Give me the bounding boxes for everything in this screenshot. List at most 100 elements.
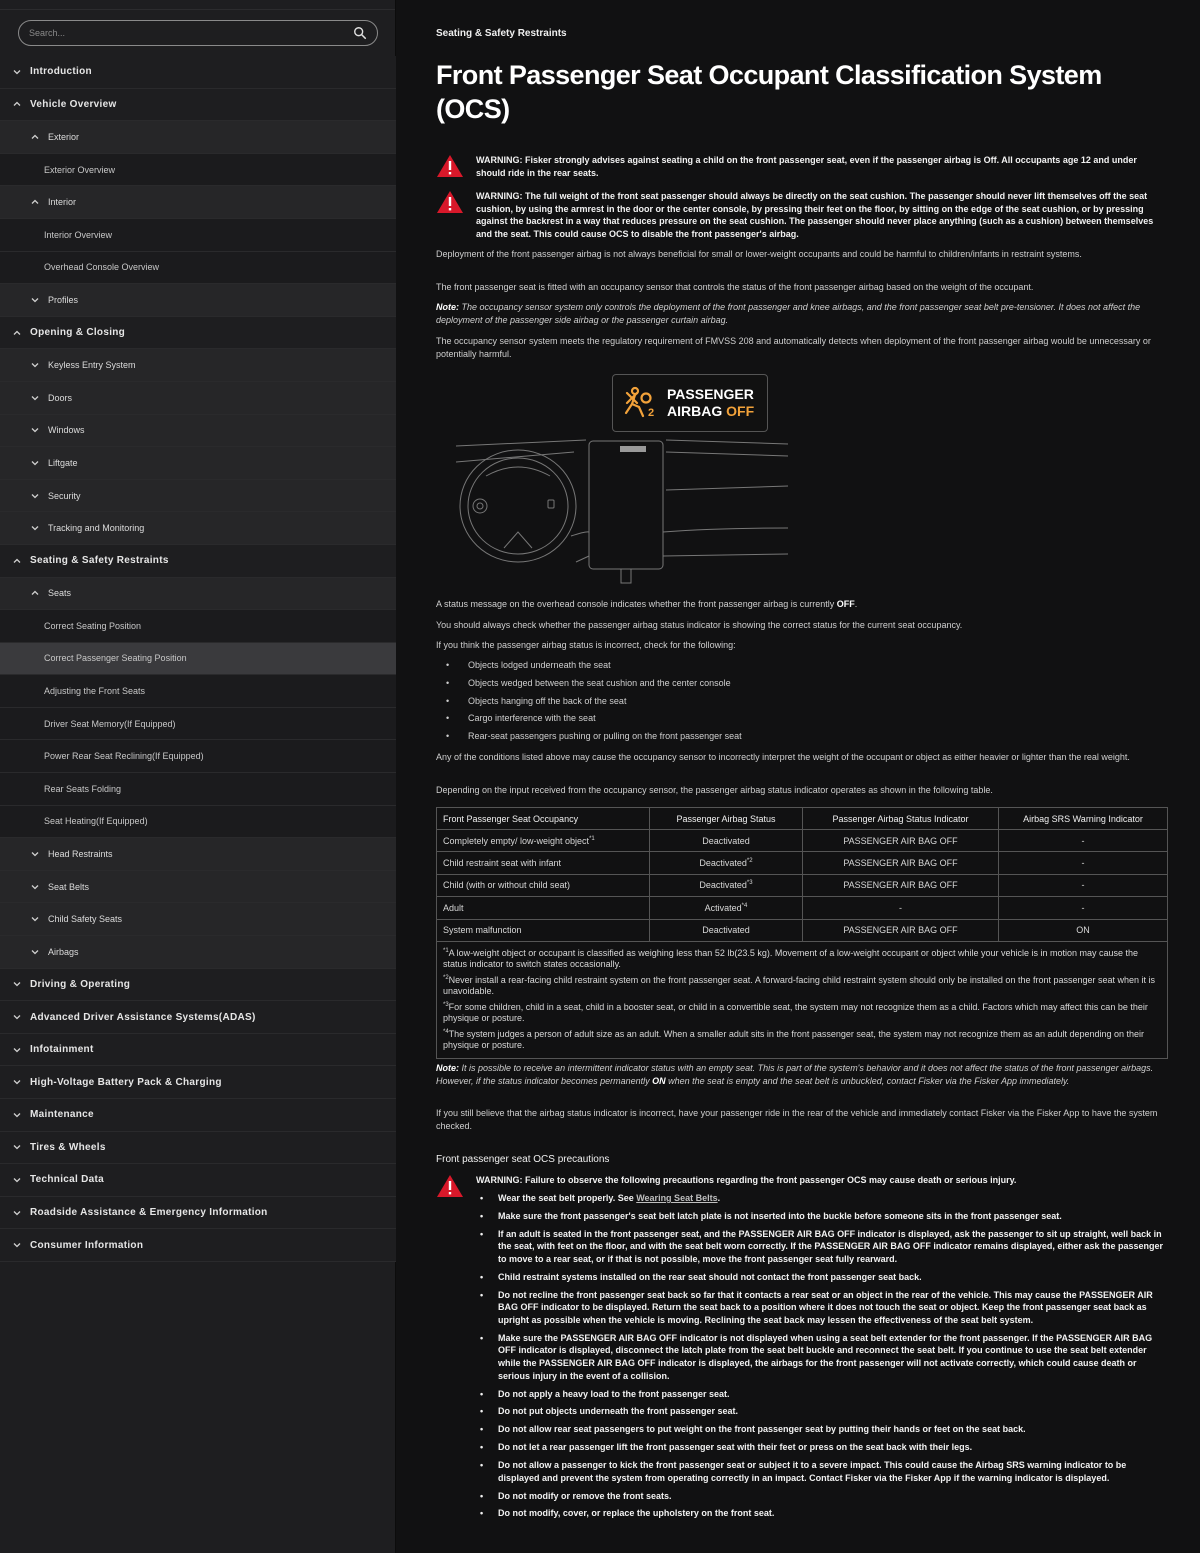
sidebar-item-driver-seat-memory-if-equipped[interactable]: Driver Seat Memory(If Equipped) [0, 707, 396, 741]
chevron-down-icon[interactable] [28, 459, 42, 467]
table-row: Child restraint seat with infant Deactiva… [436, 851, 1168, 875]
search-icon[interactable] [353, 26, 367, 40]
cell-text: Deactivated [702, 835, 750, 846]
sidebar-item-power-rear-seat-reclining-if-equipped[interactable]: Power Rear Seat Reclining(If Equipped) [0, 740, 396, 774]
sidebar-item-label: Tires & Wheels [30, 1141, 106, 1153]
breadcrumb[interactable]: Seating & Safety Restraints [436, 28, 567, 39]
sidebar-item-keyless-entry-system[interactable]: Keyless Entry System [0, 349, 396, 382]
chevron-up-icon[interactable] [10, 329, 24, 337]
table-body: Completely empty/ low-weight object*1 Dea… [436, 828, 1168, 1059]
sidebar-item-introduction[interactable]: Introduction [0, 56, 396, 89]
sidebar-item-advanced-driver-assistance-systems-adas[interactable]: Advanced Driver Assistance Systems(ADAS) [0, 1001, 396, 1034]
list-item: Do not apply a heavy load to the front p… [476, 1388, 1168, 1401]
chevron-down-icon[interactable] [28, 948, 42, 956]
table-cell: PASSENGER AIR BAG OFF [802, 918, 999, 942]
sidebar-item-seat-belts[interactable]: Seat Belts [0, 870, 396, 904]
chevron-down-icon[interactable] [10, 1209, 24, 1217]
sidebar-item-roadside-assistance-emergency-information[interactable]: Roadside Assistance & Emergency Informat… [0, 1196, 396, 1230]
chevron-down-icon[interactable] [28, 883, 42, 891]
sidebar-item-label: Seat Heating(If Equipped) [44, 816, 148, 827]
chevron-up-icon[interactable] [10, 100, 24, 108]
chevron-down-icon[interactable] [28, 361, 42, 369]
sidebar-item-liftgate[interactable]: Liftgate [0, 447, 396, 480]
chevron-up-icon[interactable] [10, 557, 24, 565]
sidebar-item-rear-seats-folding[interactable]: Rear Seats Folding [0, 773, 396, 806]
sidebar-item-overhead-console-overview[interactable]: Overhead Console Overview [0, 251, 396, 285]
sidebar-item-head-restraints[interactable]: Head Restraints [0, 838, 396, 871]
chevron-down-icon[interactable] [10, 1241, 24, 1249]
warning-text: WARNING: The full weight of the front se… [476, 191, 1154, 239]
chevron-down-icon[interactable] [10, 1111, 24, 1119]
table-cell: - [802, 896, 999, 920]
chevron-down-icon[interactable] [28, 524, 42, 532]
search-input[interactable] [29, 28, 353, 38]
sidebar-item-interior-overview[interactable]: Interior Overview [0, 218, 396, 252]
footnote-text: The system judges a person of adult size… [443, 1028, 1145, 1050]
sidebar-item-technical-data[interactable]: Technical Data [0, 1164, 396, 1197]
sidebar-item-profiles[interactable]: Profiles [0, 284, 396, 317]
sidebar-item-label: Correct Seating Position [44, 620, 142, 631]
sidebar-item-interior[interactable]: Interior [0, 186, 396, 219]
chevron-down-icon[interactable] [10, 68, 24, 76]
chevron-down-icon[interactable] [28, 850, 42, 858]
sidebar-item-exterior[interactable]: Exterior [0, 121, 396, 154]
footnote-mark: *2 [746, 858, 753, 865]
footnote-text: A low-weight object or occupant is class… [443, 947, 1139, 969]
sidebar-item-opening-closing[interactable]: Opening & Closing [0, 316, 396, 350]
sidebar-item-driving-operating[interactable]: Driving & Operating [0, 968, 396, 1002]
chevron-down-icon[interactable] [10, 1176, 24, 1184]
warning-block-weight: WARNING: The full weight of the front se… [436, 190, 1168, 240]
sidebar-item-adjusting-the-front-seats[interactable]: Adjusting the Front Seats [0, 675, 396, 708]
chevron-down-icon[interactable] [10, 1143, 24, 1151]
chevron-down-icon[interactable] [10, 1078, 24, 1086]
sidebar-item-doors[interactable]: Doors [0, 381, 396, 415]
sidebar-item-seating-safety-restraints[interactable]: Seating & Safety Restraints [0, 544, 396, 578]
sidebar-item-label: Rear Seats Folding [44, 783, 122, 794]
chevron-down-icon[interactable] [28, 394, 42, 402]
table-cell: Deactivated [649, 828, 803, 853]
sidebar-item-seats[interactable]: Seats [0, 577, 396, 611]
chevron-up-icon[interactable] [28, 198, 42, 206]
table-footnotes-row: *1A low-weight object or occupant is cla… [436, 940, 1168, 1059]
sidebar-item-security[interactable]: Security [0, 479, 396, 513]
chevron-down-icon[interactable] [10, 1013, 24, 1021]
note-text: The occupancy sensor system only control… [436, 302, 1141, 325]
wearing-seat-belts-link[interactable]: Wearing Seat Belts [636, 1193, 717, 1203]
sidebar-item-tracking-and-monitoring[interactable]: Tracking and Monitoring [0, 512, 396, 545]
warning-triangle-icon [436, 190, 466, 240]
sidebar-item-consumer-information[interactable]: Consumer Information [0, 1229, 396, 1262]
sidebar-item-windows[interactable]: Windows [0, 414, 396, 448]
cell-text: - [899, 902, 902, 913]
badge-airbag-word: AIRBAG [667, 403, 723, 419]
table-cell: - [998, 896, 1168, 920]
sidebar-item-airbags[interactable]: Airbags [0, 936, 396, 969]
chevron-down-icon[interactable] [28, 492, 42, 500]
sidebar-item-exterior-overview[interactable]: Exterior Overview [0, 153, 396, 187]
chevron-down-icon[interactable] [10, 1046, 24, 1054]
chevron-up-icon[interactable] [28, 133, 42, 141]
chevron-down-icon[interactable] [28, 296, 42, 304]
cell-text: PASSENGER AIR BAG OFF [843, 835, 958, 846]
footnote: *1A low-weight object or occupant is cla… [443, 946, 1161, 970]
sidebar-item-seat-heating-if-equipped[interactable]: Seat Heating(If Equipped) [0, 805, 396, 839]
sidebar-item-tires-wheels[interactable]: Tires & Wheels [0, 1131, 396, 1165]
sidebar-item-high-voltage-battery-pack-charging[interactable]: High-Voltage Battery Pack & Charging [0, 1066, 396, 1099]
chevron-up-icon[interactable] [28, 589, 42, 597]
sidebar-item-maintenance[interactable]: Maintenance [0, 1099, 396, 1132]
search-box[interactable] [18, 20, 378, 46]
table-header-row: Front Passenger Seat Occupancy Passenger… [436, 807, 1168, 830]
sidebar-item-label: Interior [48, 197, 77, 208]
sidebar-item-label: Windows [48, 425, 85, 436]
list-item: Rear-seat passengers pushing or pulling … [436, 728, 1168, 746]
cell-text: - [1081, 858, 1085, 869]
sidebar-item-label: Head Restraints [48, 849, 113, 860]
sidebar-item-label: Driver Seat Memory(If Equipped) [44, 718, 176, 729]
sidebar-item-vehicle-overview[interactable]: Vehicle Overview [0, 88, 396, 122]
chevron-down-icon[interactable] [28, 915, 42, 923]
sidebar-item-correct-seating-position[interactable]: Correct Seating Position [0, 610, 396, 643]
sidebar-item-child-safety-seats[interactable]: Child Safety Seats [0, 903, 396, 937]
chevron-down-icon[interactable] [28, 426, 42, 434]
chevron-down-icon[interactable] [10, 980, 24, 988]
sidebar-item-correct-passenger-seating-position[interactable]: Correct Passenger Seating Position [0, 642, 396, 676]
sidebar-item-infotainment[interactable]: Infotainment [0, 1033, 396, 1067]
